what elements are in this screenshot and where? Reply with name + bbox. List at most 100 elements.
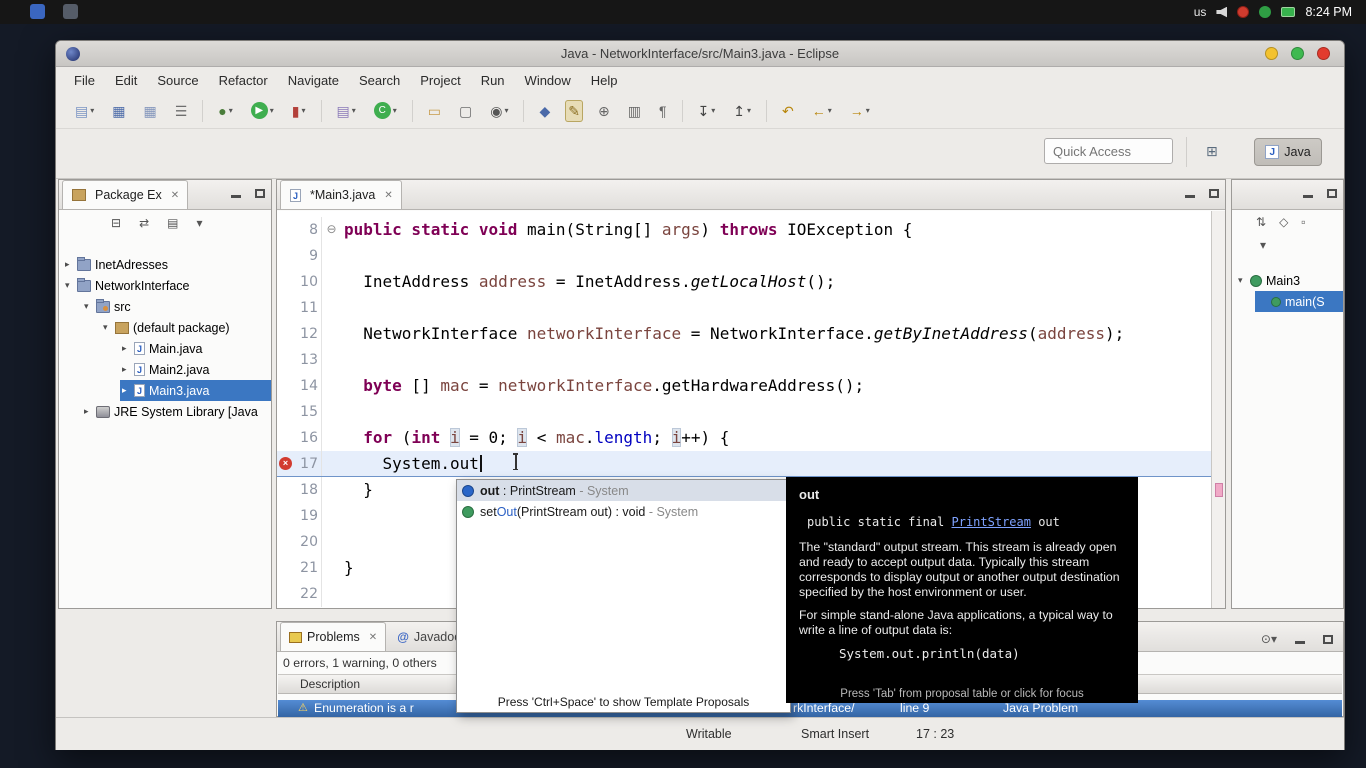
maximize-view-icon[interactable]	[1327, 189, 1337, 198]
java-perspective-button[interactable]: J Java	[1254, 138, 1322, 166]
open-perspective-icon[interactable]: ⊞	[1206, 143, 1218, 160]
hide-fields-button[interactable]: ◇	[1279, 215, 1288, 229]
menu-project[interactable]: Project	[410, 70, 470, 91]
view-menu-button[interactable]: ▾	[196, 216, 202, 230]
tree-item-jre-system-library-java[interactable]: ▸ JRE System Library [Java	[59, 401, 271, 422]
completion-item[interactable]: setOut(PrintStream out) : void - System	[457, 501, 790, 522]
chevron-right-icon[interactable]: ▸	[65, 259, 76, 270]
volume-icon[interactable]	[1216, 6, 1228, 18]
chevron-down-icon[interactable]: ▾	[65, 280, 76, 291]
title-bar[interactable]: Java - NetworkInterface/src/Main3.java -…	[56, 41, 1344, 67]
code-line-13[interactable]: 13	[277, 347, 1211, 373]
outline-item-main3[interactable]: ▾ Main3	[1232, 270, 1343, 291]
code-line-15[interactable]: 15	[277, 399, 1211, 425]
chevron-down-icon[interactable]: ▾	[84, 301, 95, 312]
tree-item-networkinterface[interactable]: ▾ NetworkInterface	[59, 275, 271, 296]
filters-button[interactable]: ▤	[167, 216, 178, 230]
save-all-button[interactable]: ▦	[140, 100, 159, 122]
next-annotation-button[interactable]: ↧ ▾	[695, 100, 719, 122]
tab-main3-java[interactable]: J *Main3.java ✕	[280, 180, 402, 209]
menu-refactor[interactable]: Refactor	[209, 70, 278, 91]
fold-collapse-icon[interactable]: ⊖	[326, 222, 336, 236]
quick-access-input[interactable]	[1044, 138, 1173, 164]
overview-ruler[interactable]	[1211, 211, 1225, 608]
save-button[interactable]: ▦	[109, 100, 128, 122]
tree-item-src[interactable]: ▾ src	[59, 296, 271, 317]
pin-editor-button[interactable]: ⊕	[595, 100, 613, 122]
code-line-10[interactable]: 10 InetAddress address = InetAddress.get…	[277, 269, 1211, 295]
search-button[interactable]: ◉ ▾	[487, 100, 511, 122]
prev-annotation-button[interactable]: ↥ ▾	[730, 100, 754, 122]
external-tools-button[interactable]: ◆	[536, 100, 553, 122]
minimize-view-icon[interactable]	[1295, 640, 1305, 644]
chevron-right-icon[interactable]: ▸	[84, 406, 95, 417]
menu-source[interactable]: Source	[147, 70, 208, 91]
maximize-view-icon[interactable]	[255, 189, 265, 198]
outline-item-main-s[interactable]: main(S	[1232, 291, 1343, 312]
code-line-11[interactable]: 11	[277, 295, 1211, 321]
debug-button[interactable]: ● ▾	[215, 100, 235, 122]
forward-button[interactable]: → ▾	[847, 100, 873, 122]
code-line-8[interactable]: 8 ⊖ public static void main(String[] args)…	[277, 217, 1211, 243]
dropdown-arrow-icon[interactable]: ▾	[747, 106, 751, 115]
keyboard-layout-indicator[interactable]: us	[1194, 5, 1207, 19]
close-window-button[interactable]	[1317, 47, 1330, 60]
new-class-button[interactable]: C ▾	[371, 100, 400, 121]
maximize-window-button[interactable]	[1291, 47, 1304, 60]
tab-package-explorer[interactable]: Package Ex ✕	[62, 180, 189, 209]
maximize-view-icon[interactable]	[1209, 189, 1219, 198]
close-icon[interactable]: ✕	[384, 190, 392, 201]
printstream-link[interactable]: PrintStream	[952, 515, 1031, 529]
hide-static-button[interactable]: ▫	[1301, 215, 1305, 229]
open-folder-button[interactable]: ▭	[425, 100, 444, 122]
tree-item-main-java[interactable]: ▸ J Main.java	[59, 338, 271, 359]
close-icon[interactable]: ✕	[171, 190, 179, 201]
new-button[interactable]: ▤ ▾	[72, 100, 97, 122]
menu-file[interactable]: File	[64, 70, 105, 91]
battery-icon[interactable]	[1281, 7, 1296, 17]
tree-item-main3-java[interactable]: ▸ J Main3.java	[59, 380, 271, 401]
chevron-right-icon[interactable]: ▸	[122, 364, 133, 375]
code-line-17[interactable]: × 17 System.out	[277, 451, 1211, 477]
taskbar-app-icon-1[interactable]	[30, 4, 45, 19]
new-java-project-button[interactable]: ▤ ▾	[334, 100, 359, 122]
run-button[interactable]: ▶ ▾	[248, 100, 277, 121]
code-line-12[interactable]: 12 NetworkInterface networkInterface = N…	[277, 321, 1211, 347]
menu-window[interactable]: Window	[515, 70, 581, 91]
dropdown-arrow-icon[interactable]: ▾	[270, 106, 274, 115]
view-menu-button[interactable]: ⊙	[1261, 632, 1271, 646]
open-type-button[interactable]: ▢	[456, 100, 475, 122]
annotation-marker[interactable]	[1215, 483, 1223, 497]
minimize-view-icon[interactable]	[231, 195, 241, 198]
chevron-right-icon[interactable]: ▸	[122, 385, 133, 396]
last-edit-location-button[interactable]: ↶	[779, 100, 797, 122]
chevron-right-icon[interactable]: ▸	[122, 343, 133, 354]
collapse-all-button[interactable]: ⊟	[111, 216, 121, 230]
dropdown-arrow-icon[interactable]: ▾	[866, 106, 870, 115]
link-editor-button[interactable]: ⇄	[139, 216, 149, 230]
dropdown-arrow-icon[interactable]: ▾	[504, 106, 508, 115]
whitespace-button[interactable]: ¶	[656, 100, 670, 122]
view-menu-icon[interactable]: ▾	[1260, 238, 1266, 252]
dropdown-arrow-icon[interactable]: ▾	[828, 106, 832, 115]
code-line-14[interactable]: 14 byte [] mac = networkInterface.getHar…	[277, 373, 1211, 399]
taskbar-app-icon-2[interactable]	[63, 4, 78, 19]
menu-search[interactable]: Search	[349, 70, 410, 91]
network-status-icon[interactable]	[1259, 6, 1272, 18]
mark-occurrences-button[interactable]: ✎	[565, 99, 583, 122]
dropdown-arrow-icon[interactable]: ▾	[229, 106, 233, 115]
menu-run[interactable]: Run	[471, 70, 515, 91]
dropdown-arrow-icon[interactable]: ▾	[393, 106, 397, 115]
maximize-view-icon[interactable]	[1323, 634, 1333, 644]
dropdown-arrow-icon[interactable]: ▾	[352, 106, 356, 115]
coverage-button[interactable]: ▮ ▾	[289, 100, 309, 122]
tab-problems[interactable]: Problems ✕	[280, 622, 387, 651]
back-button[interactable]: ← ▾	[809, 100, 835, 122]
close-icon[interactable]: ✕	[369, 632, 377, 643]
minimize-window-button[interactable]	[1265, 47, 1278, 60]
dropdown-arrow-icon[interactable]: ▾	[90, 106, 94, 115]
tree-item-default-package[interactable]: ▾ (default package)	[59, 317, 271, 338]
menu-help[interactable]: Help	[581, 70, 628, 91]
sort-button[interactable]: ⇅	[1256, 215, 1266, 229]
tree-item-inetadresses[interactable]: ▸ InetAdresses	[59, 254, 271, 275]
